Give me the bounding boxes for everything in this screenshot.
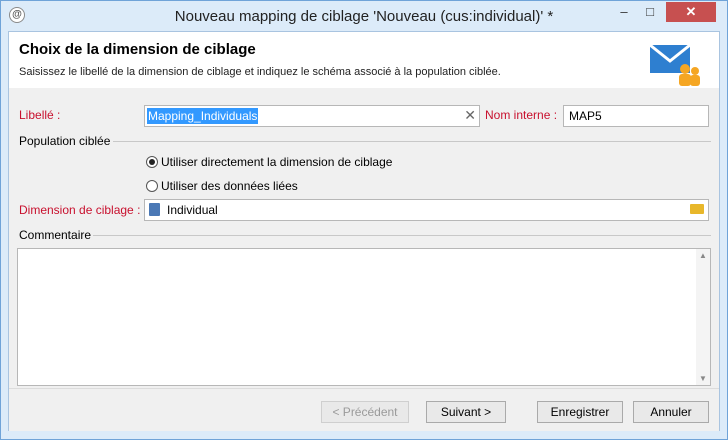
next-button[interactable]: Suivant >	[426, 401, 506, 423]
cancel-button[interactable]: Annuler	[633, 401, 709, 423]
commentaire-label: Commentaire	[19, 228, 92, 242]
previous-button[interactable]: < Précédent	[321, 401, 409, 423]
dimension-label: Dimension de ciblage :	[19, 203, 141, 217]
wizard-form: Libellé : Mapping_Individuals ✕ Nom inte…	[9, 88, 719, 388]
libelle-label: Libellé :	[19, 108, 61, 122]
commentaire-textarea[interactable]: ▲ ▼	[17, 248, 711, 386]
mail-users-icon	[649, 43, 700, 86]
dimension-value: Individual	[167, 203, 218, 217]
radio-linked[interactable]	[146, 180, 158, 192]
page-title: Choix de la dimension de ciblage	[19, 41, 256, 58]
population-separator	[113, 141, 711, 142]
folder-icon[interactable]	[690, 204, 704, 214]
nom-interne-label: Nom interne :	[485, 108, 558, 122]
libelle-value: Mapping_Individuals	[147, 108, 259, 124]
dimension-field[interactable]: Individual	[144, 199, 709, 221]
title-bar: @ Nouveau mapping de ciblage 'Nouveau (c…	[1, 1, 727, 31]
nom-interne-value: MAP5	[569, 109, 602, 123]
maximize-button[interactable]: □	[637, 2, 663, 22]
scroll-down-icon[interactable]: ▼	[696, 374, 710, 383]
schema-icon	[149, 203, 160, 216]
wizard-footer: < Précédent Suivant > Enregistrer Annule…	[9, 388, 719, 431]
nom-interne-input[interactable]: MAP5	[563, 105, 709, 127]
population-section-label: Population ciblée	[19, 134, 111, 148]
radio-direct[interactable]	[146, 156, 158, 168]
minimize-button[interactable]: –	[611, 2, 637, 22]
save-button[interactable]: Enregistrer	[537, 401, 623, 423]
close-button[interactable]: ✕	[666, 2, 716, 22]
scroll-up-icon[interactable]: ▲	[696, 251, 710, 260]
commentaire-separator	[93, 235, 711, 236]
radio-direct-label[interactable]: Utiliser directement la dimension de cib…	[161, 155, 392, 169]
page-subtitle: Saisissez le libellé de la dimension de …	[19, 66, 501, 78]
dialog-client: Choix de la dimension de ciblage Saisiss…	[8, 31, 720, 431]
libelle-input[interactable]: Mapping_Individuals ✕	[144, 105, 480, 127]
textarea-scrollbar[interactable]: ▲ ▼	[696, 249, 710, 385]
wizard-header: Choix de la dimension de ciblage Saisiss…	[9, 32, 719, 89]
clear-icon[interactable]: ✕	[464, 107, 476, 124]
radio-linked-label[interactable]: Utiliser des données liées	[161, 179, 298, 193]
dialog-window: @ Nouveau mapping de ciblage 'Nouveau (c…	[0, 0, 728, 440]
